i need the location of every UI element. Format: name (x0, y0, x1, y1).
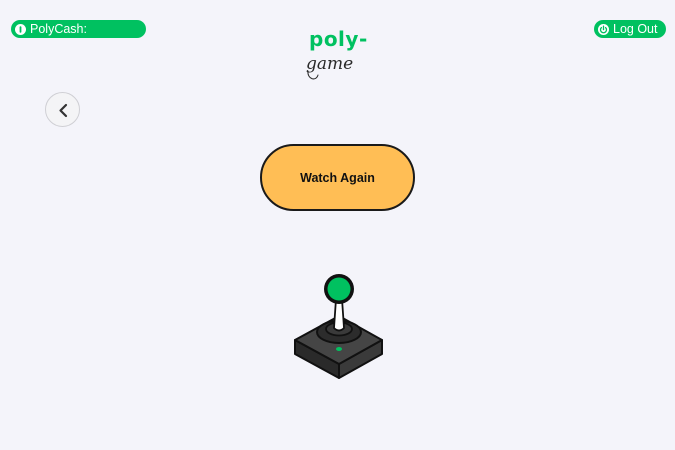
poly-game-logo: poly- game (300, 27, 380, 87)
chevron-left-icon (59, 103, 68, 118)
watch-again-label: Watch Again (300, 170, 375, 185)
power-icon (598, 23, 609, 35)
logo-line-poly: poly- (309, 27, 368, 51)
logout-button[interactable]: Log Out (594, 20, 666, 38)
logo-line-game: game (306, 54, 353, 80)
polycash-balance-badge: PolyCash: (11, 20, 146, 38)
back-button[interactable] (45, 92, 80, 127)
watch-again-button[interactable]: Watch Again (260, 144, 415, 211)
polycash-label: PolyCash: (30, 22, 87, 36)
joystick-icon (290, 270, 390, 386)
logout-label: Log Out (613, 22, 658, 36)
svg-text:game: game (306, 54, 353, 74)
info-circle-icon (15, 23, 26, 35)
